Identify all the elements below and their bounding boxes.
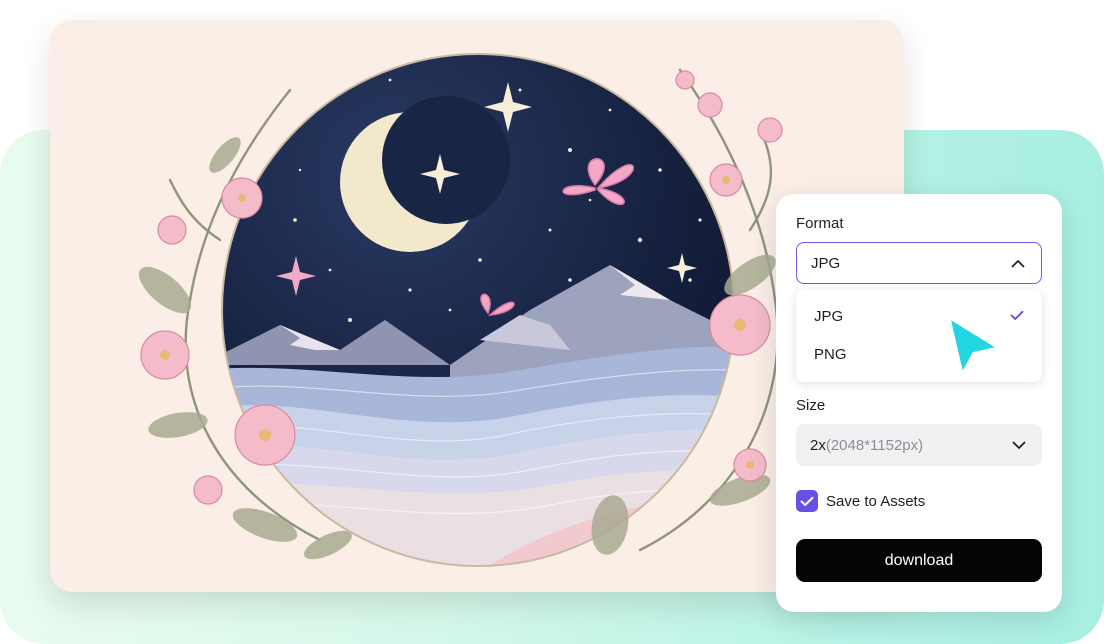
chevron-down-icon (1012, 441, 1026, 450)
check-icon (1010, 308, 1024, 325)
size-scale: 2x (810, 436, 826, 454)
download-button[interactable]: download (796, 539, 1042, 582)
pointer-cursor-icon (936, 304, 1008, 380)
format-selected-value: JPG (811, 254, 841, 272)
format-option-label: PNG (814, 345, 847, 363)
chevron-up-icon (1011, 259, 1025, 268)
size-label: Size (796, 397, 826, 414)
save-to-assets-checkbox[interactable] (796, 490, 818, 512)
export-panel: Format JPG JPG PNG Size 2x(2048*1152px) … (776, 194, 1062, 612)
save-to-assets-toggle[interactable]: Save to Assets (796, 490, 925, 512)
format-label: Format (796, 215, 844, 232)
format-select[interactable]: JPG (796, 242, 1042, 284)
size-select[interactable]: 2x(2048*1152px) (796, 424, 1042, 466)
format-option-label: JPG (814, 307, 844, 325)
check-icon (800, 496, 814, 506)
save-to-assets-label: Save to Assets (826, 492, 926, 510)
size-selected-value: 2x(2048*1152px) (810, 437, 923, 454)
size-dimensions: (2048*1152px) (825, 436, 924, 454)
